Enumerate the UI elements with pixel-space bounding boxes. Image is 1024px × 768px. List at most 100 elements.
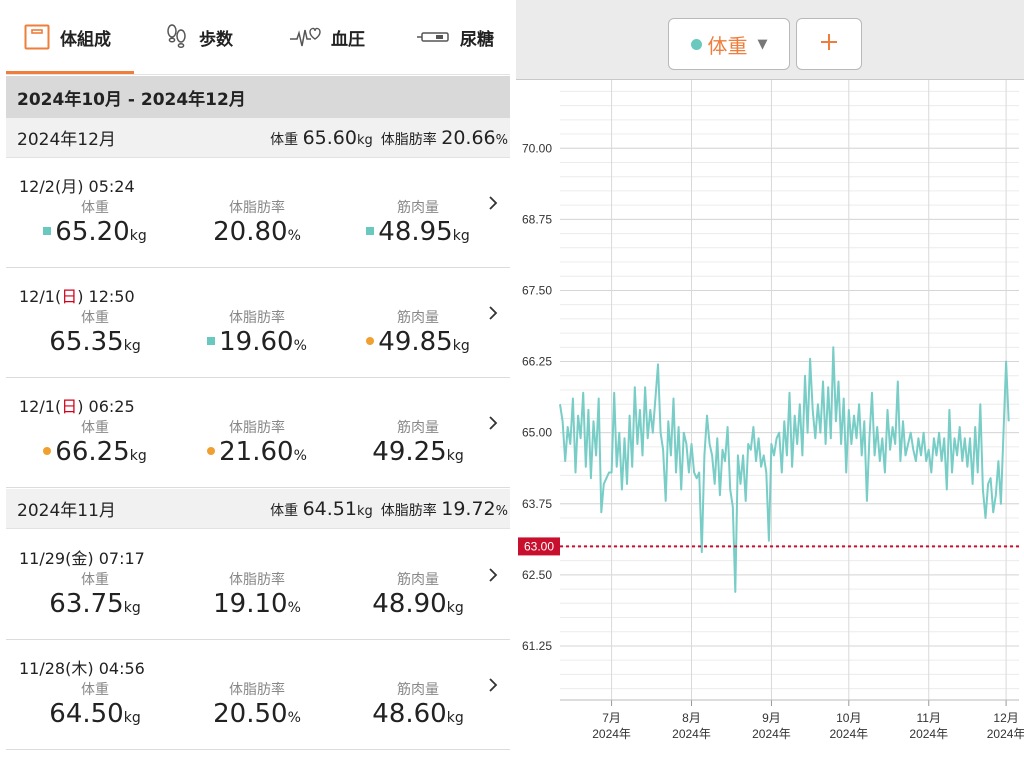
weight-value: 65.60: [302, 126, 357, 149]
weight-label: 体重: [81, 420, 109, 436]
x-tick-month: 10月: [836, 711, 861, 725]
muscle-unit: kg: [452, 228, 470, 244]
y-tick-label: 68.75: [522, 212, 552, 226]
tab-blood-pressure[interactable]: 血圧: [289, 0, 365, 74]
tab-urine-glucose[interactable]: 尿糖: [416, 0, 494, 74]
month-name: 2024年11月: [17, 501, 116, 521]
body-fat-label: 体脂肪率: [229, 572, 285, 588]
muscle-value: 49.85: [378, 327, 453, 357]
tab-steps[interactable]: 歩数: [163, 0, 233, 74]
date-range-label: 2024年10月 - 2024年12月: [17, 89, 246, 110]
x-tick-month: 9月: [762, 711, 781, 725]
record-entry[interactable]: 12/1(日) 12:50 体重 65.35kg 体脂肪率 19.60% 筋肉量 49.85…: [6, 268, 510, 378]
muscle-metric: 筋肉量 49.25kg: [338, 417, 498, 467]
change-marker-dot: [207, 447, 216, 455]
body-fat-metric: 体脂肪率 19.10%: [177, 569, 337, 619]
record-time: 05:24: [88, 177, 135, 196]
record-entry[interactable]: 11/29(金) 07:17 体重 63.75kg 体脂肪率 19.10% 筋肉量 48.9…: [6, 530, 510, 640]
body-fat-unit: %: [293, 338, 307, 354]
fat-label: 体脂肪率: [380, 131, 437, 148]
weight-label: 体重: [81, 572, 109, 588]
urine-glucose-icon: [416, 30, 450, 44]
series-color-dot: [690, 38, 702, 50]
record-datetime: 11/28(木) 04:56: [19, 659, 145, 678]
tab-label: 体組成: [60, 29, 111, 50]
weight-value: 64.50: [49, 699, 124, 729]
body-fat-value: 19.10: [213, 589, 288, 619]
chevron-right-icon: [489, 678, 498, 692]
metric-selector-label: 体重: [707, 33, 748, 58]
weight-unit: kg: [129, 228, 147, 244]
x-tick-year: 2024年: [987, 727, 1024, 741]
record-entry[interactable]: 11/28(木) 04:56 体重 64.50kg 体脂肪率 20.50% 筋肉量 48.6…: [6, 640, 510, 750]
y-tick-label: 70.00: [522, 141, 552, 155]
weight-value: 65.20: [55, 217, 130, 247]
record-date: 11/28: [19, 659, 66, 678]
body-fat-value: 20.80: [213, 217, 288, 247]
x-tick-month: 12月: [993, 711, 1018, 725]
muscle-unit: kg: [452, 338, 470, 354]
muscle-unit: kg: [446, 710, 464, 726]
record-weekday: 日: [61, 397, 78, 416]
change-marker-dot: [43, 447, 52, 455]
muscle-value: 49.25: [372, 437, 447, 467]
weight-metric: 体重 66.25kg: [15, 417, 175, 467]
record-entry[interactable]: 12/2(月) 05:24 体重 65.20kg 体脂肪率 20.80% 筋肉量 48.95…: [6, 158, 510, 268]
weight-metric: 体重 65.35kg: [15, 307, 175, 357]
metric-selector[interactable]: 体重 ▼: [668, 18, 790, 70]
chevron-right-icon: [489, 306, 498, 320]
muscle-label: 筋肉量: [397, 572, 439, 588]
weight-label: 体重: [270, 502, 299, 519]
muscle-unit: kg: [446, 600, 464, 616]
weight-line-chart[interactable]: 70.00 68.75 67.50 66.25 65.00 63.75 62.50 61.25…: [516, 80, 1024, 768]
body-fat-unit: %: [293, 448, 307, 464]
record-entry[interactable]: 12/1(日) 06:25 体重 66.25kg 体脂肪率 21.60% 筋肉量 49.25…: [6, 378, 510, 488]
record-date: 12/1: [19, 397, 55, 416]
body-fat-metric: 体脂肪率 19.60%: [177, 307, 337, 357]
tab-label: 尿糖: [460, 29, 494, 50]
weight-value: 63.75: [49, 589, 124, 619]
body-fat-metric: 体脂肪率 20.50%: [177, 679, 337, 729]
record-datetime: 12/1(日) 06:25: [19, 397, 135, 416]
chevron-right-icon: [489, 568, 498, 582]
tab-label: 歩数: [199, 29, 233, 50]
graph-toolbar: 体重 ▼: [516, 0, 1024, 80]
muscle-metric: 筋肉量 49.85kg: [338, 307, 498, 357]
muscle-metric: 筋肉量 48.90kg: [338, 569, 498, 619]
record-time: 12:50: [88, 287, 135, 306]
tab-label: 血圧: [331, 29, 365, 50]
weight-metric: 体重 63.75kg: [15, 569, 175, 619]
tab-body-composition[interactable]: 体組成: [24, 0, 111, 74]
weight-series-line[interactable]: [559, 346, 1010, 593]
muscle-value: 48.95: [378, 217, 453, 247]
record-weekday: 金: [71, 549, 88, 568]
body-fat-unit: %: [287, 600, 301, 616]
muscle-label: 筋肉量: [397, 200, 439, 216]
date-range-header: 2024年10月 - 2024年12月: [6, 76, 510, 118]
body-fat-label: 体脂肪率: [229, 682, 285, 698]
muscle-metric: 筋肉量 48.95kg: [338, 197, 498, 247]
fat-unit: %: [495, 132, 508, 148]
weight-unit: kg: [123, 600, 141, 616]
muscle-label: 筋肉量: [397, 682, 439, 698]
body-fat-value: 19.60: [219, 327, 294, 357]
weight-unit: kg: [129, 448, 147, 464]
record-datetime: 12/1(日) 12:50: [19, 287, 135, 306]
weight-value: 65.35: [49, 327, 124, 357]
weight-metric: 体重 65.20kg: [15, 197, 175, 247]
y-tick-label: 66.25: [522, 355, 552, 369]
body-fat-label: 体脂肪率: [229, 420, 285, 436]
x-tick-month: 8月: [682, 711, 701, 725]
body-fat-value: 21.60: [219, 437, 294, 467]
body-fat-unit: %: [287, 228, 301, 244]
tab-divider: [6, 74, 510, 75]
x-tick-year: 2024年: [909, 727, 948, 741]
weight-metric: 体重 64.50kg: [15, 679, 175, 729]
add-metric-button[interactable]: [796, 18, 862, 70]
record-weekday: 木: [71, 659, 88, 678]
graph-pane: 体重 ▼ 70.00 68.75 67.50 66.25 65.00 63.75 62.50…: [516, 0, 1024, 768]
y-tick-label: 62.50: [522, 568, 552, 582]
weight-unit: kg: [123, 338, 141, 354]
fat-value: 20.66: [441, 126, 496, 149]
weight-label: 体重: [270, 131, 299, 148]
